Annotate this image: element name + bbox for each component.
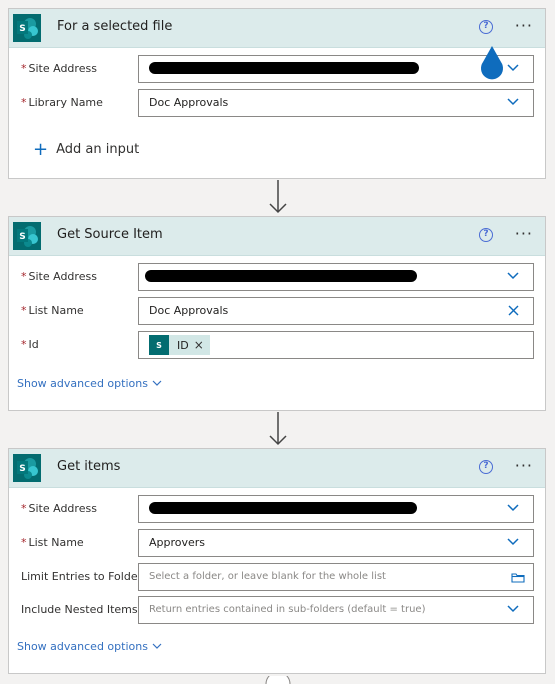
field-value: Doc Approvals [149,304,229,317]
chevron-down-icon[interactable] [507,504,519,512]
field-label: Include Nested Items [21,603,138,616]
svg-text:S: S [19,24,25,34]
chevron-down-icon [152,643,162,649]
site-address-dropdown[interactable] [138,55,534,83]
field-label: Id [28,338,39,351]
card-title: For a selected file [57,19,173,34]
card-header[interactable]: S For a selected file ? ··· [9,9,545,48]
field-row-include-nested-items: Include Nested Items Return entries cont… [9,596,545,626]
card-header[interactable]: S Get items ? ··· [9,449,545,488]
dynamic-content-token[interactable]: S ID × [149,335,210,355]
field-row-list-name: * List Name Doc Approvals [9,297,545,327]
action-card-get-items: S Get items ? ··· * Site Address * List Na… [8,448,546,674]
field-placeholder: Select a folder, or leave blank for the … [149,571,386,582]
sharepoint-logo-icon: S [13,222,41,250]
sharepoint-logo-icon: S [13,454,41,482]
redacted-value [149,62,419,74]
chevron-down-icon[interactable] [507,98,519,106]
field-row-list-name: * List Name Approvers [9,529,545,559]
field-placeholder: Return entries contained in sub-folders … [149,604,426,615]
library-name-dropdown[interactable]: Doc Approvals [138,89,534,117]
trigger-card-for-selected-file: S For a selected file ? ··· * Site Addres… [8,8,546,179]
card-title: Get items [57,459,121,474]
field-value: Doc Approvals [149,96,229,109]
add-an-input-button[interactable]: + Add an input [33,139,139,160]
help-circle-icon[interactable]: ? [479,228,493,242]
include-nested-items-dropdown[interactable]: Return entries contained in sub-folders … [138,596,534,624]
field-label: Site Address [28,62,97,75]
chevron-down-icon[interactable] [507,64,519,72]
list-name-dropdown[interactable]: Approvers [138,529,534,557]
field-row-id: * Id S ID × [9,331,545,361]
action-card-get-source-item: S Get Source Item ? ··· * Site Address * L… [8,216,546,411]
field-row-limit-entries-to-folder: Limit Entries to Folder Select a folder,… [9,563,545,593]
field-row-site-address: * Site Address [9,495,545,525]
connector-circle [265,676,291,684]
field-label: List Name [28,304,84,317]
more-options-icon[interactable]: ··· [515,226,533,242]
clear-icon[interactable] [508,305,519,316]
help-circle-icon[interactable]: ? [479,460,493,474]
site-address-dropdown[interactable] [138,263,534,291]
field-label: List Name [28,536,84,549]
svg-text:S: S [19,464,25,474]
help-circle-icon[interactable]: ? [479,20,493,34]
redacted-value [149,502,417,514]
card-header[interactable]: S Get Source Item ? ··· [9,217,545,256]
svg-text:S: S [19,232,25,242]
chevron-down-icon[interactable] [507,605,519,613]
field-label: Site Address [28,270,97,283]
show-advanced-options-link[interactable]: Show advanced options [17,640,162,653]
chevron-down-icon[interactable] [507,538,519,546]
sharepoint-logo-icon: S [13,14,41,42]
chevron-down-icon[interactable] [507,272,519,280]
remove-token-icon[interactable]: × [194,338,204,352]
card-title: Get Source Item [57,227,163,242]
folder-icon[interactable] [511,572,525,583]
arrow-down-icon [269,412,287,446]
more-options-icon[interactable]: ··· [515,458,533,474]
drag-handle-icon[interactable] [477,44,507,84]
field-row-site-address: * Site Address [9,263,545,293]
sharepoint-logo-icon: S [149,335,169,355]
arrow-down-icon [269,180,287,214]
folder-picker-input[interactable]: Select a folder, or leave blank for the … [138,563,534,591]
field-label: Site Address [28,502,97,515]
field-label: Limit Entries to Folder [21,570,143,583]
field-value: Approvers [149,536,206,549]
id-input[interactable]: S ID × [138,331,534,359]
redacted-value [145,270,417,282]
more-options-icon[interactable]: ··· [515,18,533,34]
field-label: Library Name [28,96,103,109]
plus-icon: + [33,139,49,160]
list-name-dropdown[interactable]: Doc Approvals [138,297,534,325]
show-advanced-options-link[interactable]: Show advanced options [17,377,162,390]
field-row-library-name: * Library Name Doc Approvals [9,89,545,119]
chevron-down-icon [152,380,162,386]
field-row-site-address: * Site Address [9,55,545,85]
site-address-dropdown[interactable] [138,495,534,523]
